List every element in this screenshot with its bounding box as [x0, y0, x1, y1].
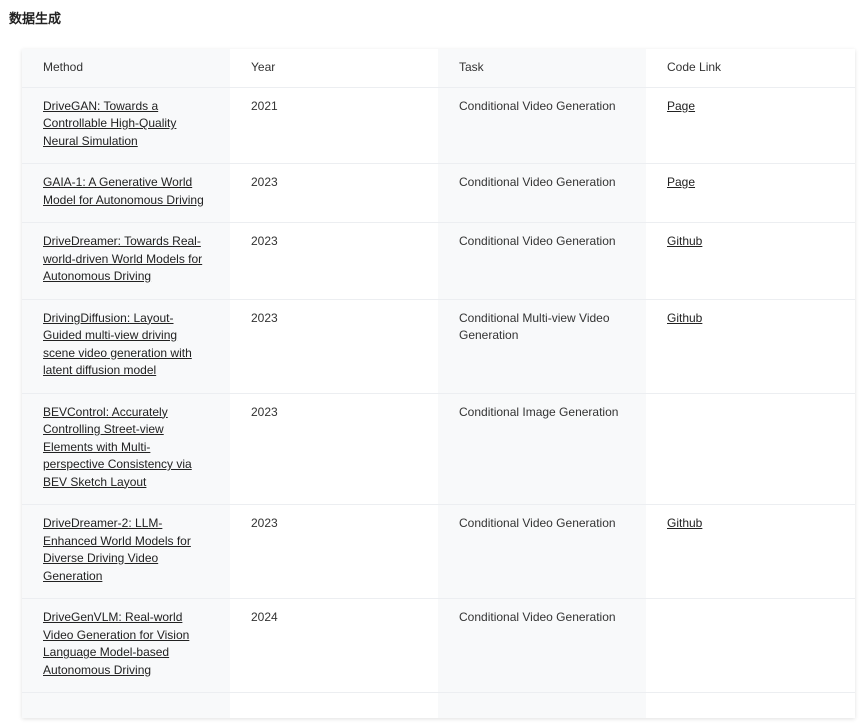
table-row: DriveDreamer-2: LLM-Enhanced World Model… — [22, 504, 855, 599]
table-row: DriveGAN: Towards a Controllable High-Qu… — [22, 87, 855, 164]
table-row-empty — [22, 692, 855, 718]
code-link-cell: Github — [646, 504, 855, 599]
code-link[interactable]: Github — [667, 234, 702, 248]
method-cell: BEVControl: Accurately Controlling Stree… — [22, 393, 230, 505]
code-link[interactable]: Github — [667, 516, 702, 530]
code-link[interactable]: Page — [667, 99, 695, 113]
method-link[interactable]: DrivingDiffusion: Layout-Guided multi-vi… — [43, 311, 192, 378]
task-cell: Conditional Video Generation — [438, 504, 646, 599]
code-link-cell — [646, 598, 855, 693]
code-link-cell: Github — [646, 222, 855, 300]
code-link-cell: Page — [646, 163, 855, 223]
empty-cell — [230, 692, 438, 718]
year-cell: 2023 — [230, 504, 438, 599]
empty-cell — [646, 692, 855, 718]
method-cell: DriveDreamer: Towards Real-world-driven … — [22, 222, 230, 300]
task-cell: Conditional Video Generation — [438, 163, 646, 223]
method-link[interactable]: DriveGenVLM: Real-world Video Generation… — [43, 610, 189, 677]
table-row: BEVControl: Accurately Controlling Stree… — [22, 393, 855, 505]
table-row: DriveGenVLM: Real-world Video Generation… — [22, 598, 855, 693]
task-cell: Conditional Video Generation — [438, 222, 646, 300]
page-title: 数据生成 — [9, 12, 62, 27]
method-link[interactable]: GAIA-1: A Generative World Model for Aut… — [43, 175, 204, 207]
column-header-code-link: Code Link — [646, 49, 855, 88]
method-cell: DriveGenVLM: Real-world Video Generation… — [22, 598, 230, 693]
task-cell: Conditional Image Generation — [438, 393, 646, 505]
code-link[interactable]: Github — [667, 311, 702, 325]
method-link[interactable]: BEVControl: Accurately Controlling Stree… — [43, 405, 192, 489]
method-link[interactable]: DriveDreamer-2: LLM-Enhanced World Model… — [43, 516, 191, 583]
table-header-row: Method Year Task Code Link — [22, 49, 855, 88]
year-cell: 2023 — [230, 393, 438, 505]
table-row: DriveDreamer: Towards Real-world-driven … — [22, 222, 855, 300]
task-cell: Conditional Multi-view Video Generation — [438, 299, 646, 394]
empty-cell — [438, 692, 646, 718]
code-link-cell — [646, 393, 855, 505]
code-link[interactable]: Page — [667, 175, 695, 189]
year-cell: 2024 — [230, 598, 438, 693]
table-row: DrivingDiffusion: Layout-Guided multi-vi… — [22, 299, 855, 394]
method-link[interactable]: DriveDreamer: Towards Real-world-driven … — [43, 234, 202, 283]
methods-table-card: Method Year Task Code Link DriveGAN: Tow… — [22, 49, 855, 718]
code-link-cell: Github — [646, 299, 855, 394]
code-link-cell: Page — [646, 87, 855, 164]
method-link[interactable]: DriveGAN: Towards a Controllable High-Qu… — [43, 99, 176, 148]
method-cell: DriveDreamer-2: LLM-Enhanced World Model… — [22, 504, 230, 599]
table-row: GAIA-1: A Generative World Model for Aut… — [22, 163, 855, 223]
column-header-method: Method — [22, 49, 230, 88]
year-cell: 2023 — [230, 163, 438, 223]
method-cell: DriveGAN: Towards a Controllable High-Qu… — [22, 87, 230, 164]
year-cell: 2023 — [230, 222, 438, 300]
column-header-task: Task — [438, 49, 646, 88]
method-cell: GAIA-1: A Generative World Model for Aut… — [22, 163, 230, 223]
method-cell: DrivingDiffusion: Layout-Guided multi-vi… — [22, 299, 230, 394]
year-cell: 2021 — [230, 87, 438, 164]
task-cell: Conditional Video Generation — [438, 87, 646, 164]
column-header-year: Year — [230, 49, 438, 88]
year-cell: 2023 — [230, 299, 438, 394]
methods-table: Method Year Task Code Link DriveGAN: Tow… — [22, 49, 855, 718]
empty-cell — [22, 692, 230, 718]
task-cell: Conditional Video Generation — [438, 598, 646, 693]
